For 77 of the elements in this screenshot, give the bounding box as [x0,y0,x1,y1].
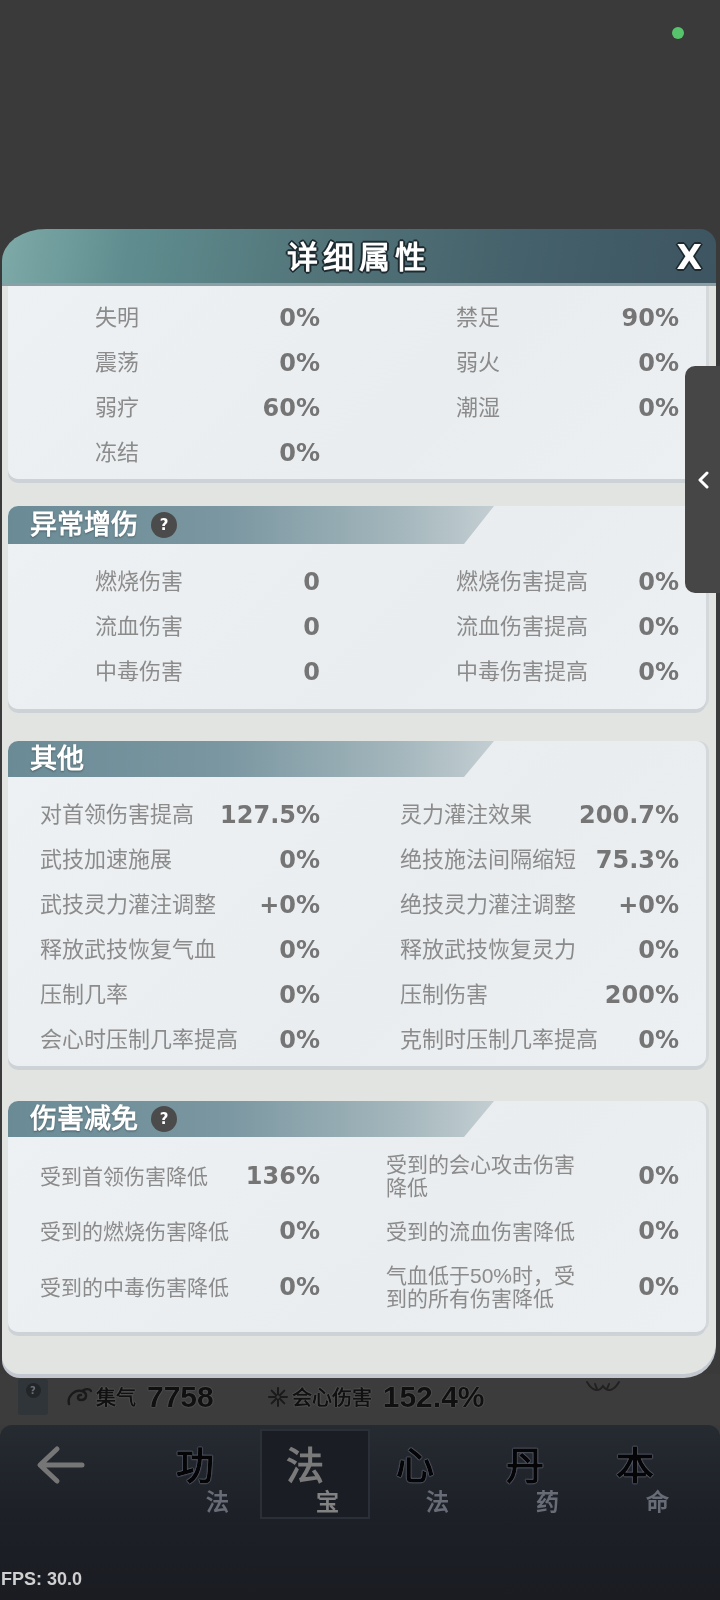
stat-label: 释放武技恢复气血 [40,938,216,963]
stat-value: 0% [638,613,679,642]
stat-value: 0% [279,439,320,468]
stat-label: 受到的会心攻击伤害降低 [386,1153,576,1200]
stat-label: 压制伤害 [400,983,488,1008]
stat-value: 0% [279,349,320,378]
stat-label: 燃烧伤害 [95,570,183,595]
stat-value: 0% [638,394,679,423]
stat-value: 0% [638,1161,679,1191]
stat-label: 释放武技恢复灵力 [400,938,576,963]
close-button[interactable]: X [674,241,704,274]
stat-label: 潮湿 [456,396,500,421]
stat-value: 0 [303,613,320,642]
stat-value: 0 [303,568,320,597]
stat-value: 127.5% [220,801,320,830]
stat-label: 禁足 [456,306,500,331]
stat-label: 武技灵力灌注调整 [40,893,216,918]
swirl-icon [66,1386,92,1407]
help-button[interactable]: ? [18,1378,48,1415]
section-title: 伤害减免 [30,1104,138,1134]
status-dot-icon [672,27,684,39]
fps-counter: FPS: 30.0 [0,1569,83,1592]
stat-label: 绝技灵力灌注调整 [400,893,576,918]
stat-label: 流血伤害提高 [456,615,588,640]
stat-label: 流血伤害 [95,615,183,640]
stat-label: 受到的流血伤害降低 [386,1220,575,1244]
section-title: 异常增伤 [30,510,138,540]
stat-value: +0% [259,891,320,920]
stat-label: 会心时压制几率提高 [40,1028,238,1053]
stat-value: 0% [638,1217,679,1247]
help-button[interactable]: ? [151,512,177,538]
stat-label: 冻结 [95,441,139,466]
stat-value: 0% [638,936,679,965]
stat-label: 武技加速施展 [40,848,172,873]
stat-value: 60% [262,394,320,423]
stat-value: 0% [279,304,320,333]
stat-label: 对首领伤害提高 [40,803,194,828]
stat-value: +0% [618,891,679,920]
stat-value: 0% [279,846,320,875]
stat-value: 0% [638,658,679,687]
stat-value: 200.7% [579,801,679,830]
nav-tab[interactable]: 法 宝 [260,1429,370,1520]
stat-label: 弱火 [456,351,500,376]
stat-value: 0% [638,1272,679,1302]
stat-value: 0% [638,349,679,378]
dialog-title: 详细属性 [287,238,431,277]
stat-label: 失明 [95,306,139,331]
stat-label: 受到的中毒伤害降低 [40,1275,229,1299]
stat-label: 灵力灌注效果 [400,803,532,828]
stat-label: 中毒伤害 [95,660,183,685]
section-title: 其他 [30,744,84,774]
stat-value: 0% [279,1217,320,1247]
stat-value: 136% [245,1161,320,1191]
chevron-left-icon [696,470,709,489]
stat-value: 0% [279,936,320,965]
stat-label: 震荡 [95,351,139,376]
starburst-icon [267,1386,288,1407]
stat-value: 0 [303,658,320,687]
stat-label: 绝技施法间隔缩短 [400,848,576,873]
stat-value: 0% [279,1272,320,1302]
stat-value: 0% [279,981,320,1010]
arrow-left-icon [35,1445,85,1486]
stat-label: 受到的燃烧伤害降低 [40,1220,229,1244]
stat-value: 0% [638,1026,679,1055]
stat-label: 气血低于50%时，受到的所有伤害降低 [386,1264,577,1311]
stat-label: 弱疗 [95,396,139,421]
stat-label: 燃烧伤害提高 [456,570,588,595]
stat-value: 90% [621,304,679,333]
stat-value: 0% [638,568,679,597]
stat-label: 克制时压制几率提高 [400,1028,598,1053]
stat-value: 200% [604,981,679,1010]
stat-value: 0% [279,1026,320,1055]
help-button[interactable]: ? [151,1106,177,1132]
stat-label: 中毒伤害提高 [456,660,588,685]
stat-value: 75.3% [595,846,679,875]
stat-label: 压制几率 [40,983,128,1008]
stat-label: 受到首领伤害降低 [40,1164,208,1188]
